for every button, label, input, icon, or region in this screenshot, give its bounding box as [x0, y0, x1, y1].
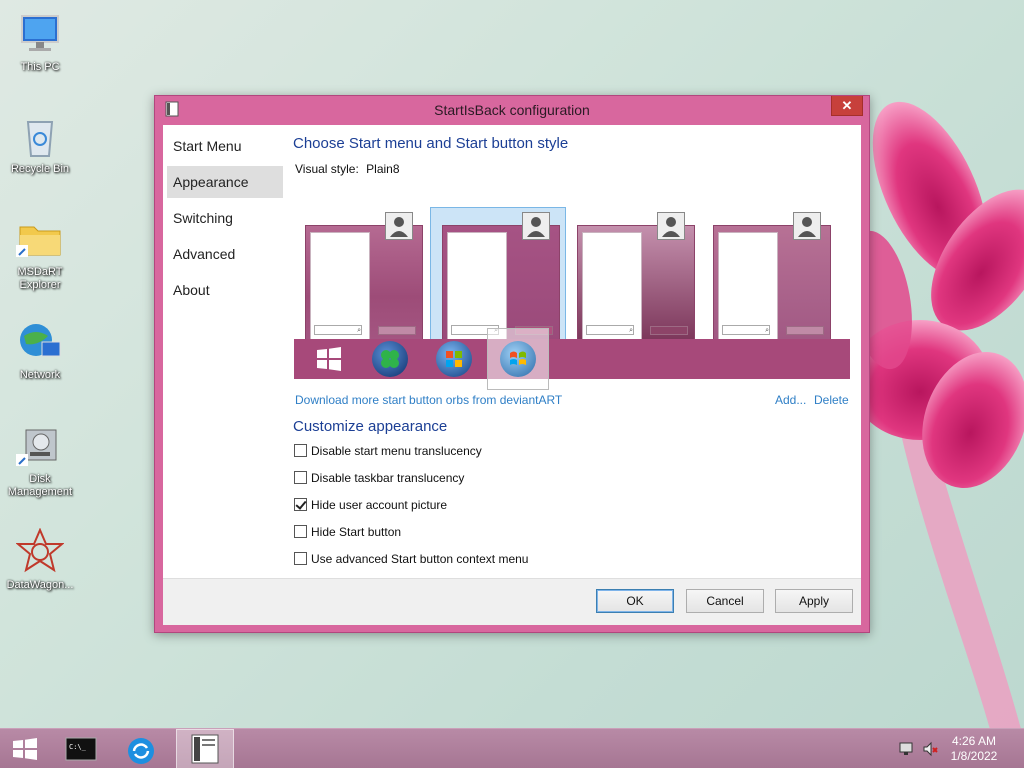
menu-panel — [447, 232, 507, 340]
windows-logo-icon — [13, 738, 37, 760]
nav-sidebar: Start Menu Appearance Switching Advanced… — [167, 130, 283, 310]
sync-icon — [128, 738, 154, 764]
checkbox-checked[interactable] — [294, 498, 307, 512]
checkbox[interactable] — [294, 471, 307, 485]
style-preview: ⌕ — [577, 225, 695, 345]
customize-heading: Customize appearance — [293, 418, 448, 435]
option-label: Disable start menu translucency — [311, 443, 482, 458]
desktop-icon-this-pc[interactable]: This PC — [0, 10, 80, 74]
startisback-config-window: StartIsBack configuration ✕ Start Menu A… — [154, 95, 870, 633]
menu-panel — [310, 232, 370, 340]
window-client-area: Start Menu Appearance Switching Advanced… — [163, 125, 861, 625]
command-prompt-icon: C:\_ — [65, 737, 97, 761]
style-card-2[interactable]: ⌕ — [430, 207, 566, 347]
option-label: Hide Start button — [311, 524, 402, 539]
checkbox[interactable] — [294, 525, 307, 539]
desktop-icon-label: DataWagon... — [6, 579, 74, 591]
volume-muted-icon[interactable] — [922, 741, 938, 757]
style-preview: ⌕ — [713, 225, 831, 345]
search-box-icon: ⌕ — [314, 325, 362, 335]
option-advanced-context-menu[interactable]: Use advanced Start button context menu — [294, 551, 528, 567]
user-picture-icon — [522, 212, 550, 240]
vista-orb-icon[interactable] — [500, 341, 536, 377]
option-label: Hide user account picture — [311, 497, 448, 512]
nav-item-start-menu[interactable]: Start Menu — [167, 130, 283, 162]
disk-management-icon — [16, 422, 64, 470]
add-orb-link[interactable]: Add... — [775, 393, 806, 407]
ok-button[interactable]: OK — [596, 589, 674, 613]
cancel-button[interactable]: Cancel — [686, 589, 764, 613]
option-label: Use advanced Start button context menu — [311, 551, 529, 566]
close-button[interactable]: ✕ — [831, 96, 863, 116]
folder-icon — [16, 215, 64, 263]
style-heading: Choose Start menu and Start button style — [293, 135, 569, 152]
desktop-icon-label: Disk Management — [7, 473, 73, 498]
option-disable-taskbar-translucency[interactable]: Disable taskbar translucency — [294, 470, 464, 486]
taskbar-item-sync[interactable] — [112, 729, 170, 768]
visual-style-value: Plain8 — [366, 162, 400, 176]
svg-text:C:\_: C:\_ — [69, 743, 87, 751]
nav-item-about[interactable]: About — [167, 274, 283, 306]
option-hide-start-button[interactable]: Hide Start button — [294, 524, 401, 540]
visual-style-label: Visual style: — [295, 162, 359, 176]
download-orbs-link[interactable]: Download more start button orbs from dev… — [295, 393, 562, 407]
desktop-icon-disk-management[interactable]: Disk Management — [0, 422, 80, 499]
datawagon-icon — [15, 527, 65, 576]
network-tray-icon[interactable] — [898, 741, 914, 757]
start-button[interactable] — [0, 729, 50, 768]
taskbar-item-cmd[interactable]: C:\_ — [52, 729, 110, 768]
style-card-3[interactable]: ⌕ — [577, 212, 695, 345]
startisback-icon — [191, 734, 219, 764]
nav-item-switching[interactable]: Switching — [167, 202, 283, 234]
option-label: Disable taskbar translucency — [311, 470, 465, 485]
window-title: StartIsBack configuration — [434, 102, 590, 118]
visual-style-row: Visual style: Plain8 — [295, 162, 400, 176]
checkbox[interactable] — [294, 444, 307, 458]
delete-orb-link[interactable]: Delete — [814, 393, 849, 407]
dialog-button-bar: OK Cancel Apply — [163, 578, 861, 625]
clock-date: 1/8/2022 — [950, 749, 998, 763]
windows-7-orb-icon[interactable] — [436, 341, 472, 377]
user-picture-icon — [793, 212, 821, 240]
user-picture-icon — [385, 212, 413, 240]
option-hide-user-account-picture[interactable]: Hide user account picture — [294, 497, 447, 513]
menu-panel — [718, 232, 778, 340]
desktop-icon-recycle-bin[interactable]: Recycle Bin — [0, 112, 80, 176]
nav-item-appearance[interactable]: Appearance — [167, 166, 283, 198]
desktop-icon-label: This PC — [20, 61, 60, 73]
style-preview: ⌕ — [442, 225, 560, 345]
shutdown-bar — [650, 326, 688, 335]
style-card-4[interactable]: ⌕ — [713, 212, 831, 345]
shutdown-bar — [786, 326, 824, 335]
shutdown-bar — [378, 326, 416, 335]
desktop-icon-label: Recycle Bin — [10, 163, 70, 175]
clock-time: 4:26 AM — [951, 734, 997, 748]
windows-8-orb-icon[interactable] — [311, 341, 347, 377]
nav-item-advanced[interactable]: Advanced — [167, 238, 283, 270]
recycle-bin-icon — [16, 112, 64, 160]
network-icon — [16, 318, 64, 366]
clover-orb-icon[interactable] — [372, 341, 408, 377]
desktop-icon-label: MSDaRT Explorer — [17, 266, 63, 291]
taskbar-item-startisback[interactable] — [176, 729, 234, 768]
search-box-icon: ⌕ — [722, 325, 770, 335]
desktop-icon-msdart-explorer[interactable]: MSDaRT Explorer — [0, 215, 80, 292]
desktop-icon-label: Network — [19, 369, 61, 381]
this-pc-icon — [16, 10, 64, 58]
taskbar: C:\_ 4:26 AM 1/8/2022 — [0, 728, 1024, 768]
title-bar[interactable]: StartIsBack configuration ✕ — [155, 96, 869, 124]
style-card-1[interactable]: ⌕ — [305, 212, 423, 345]
checkbox[interactable] — [294, 552, 307, 566]
style-preview: ⌕ — [305, 225, 423, 345]
option-disable-start-menu-translucency[interactable]: Disable start menu translucency — [294, 443, 482, 459]
desktop-icon-network[interactable]: Network — [0, 318, 80, 382]
apply-button[interactable]: Apply — [775, 589, 853, 613]
menu-panel — [582, 232, 642, 340]
desktop-icon-datawagon[interactable]: DataWagon... — [0, 527, 80, 592]
user-picture-icon — [657, 212, 685, 240]
search-box-icon: ⌕ — [586, 325, 634, 335]
taskbar-clock[interactable]: 4:26 AM 1/8/2022 — [944, 734, 1004, 764]
